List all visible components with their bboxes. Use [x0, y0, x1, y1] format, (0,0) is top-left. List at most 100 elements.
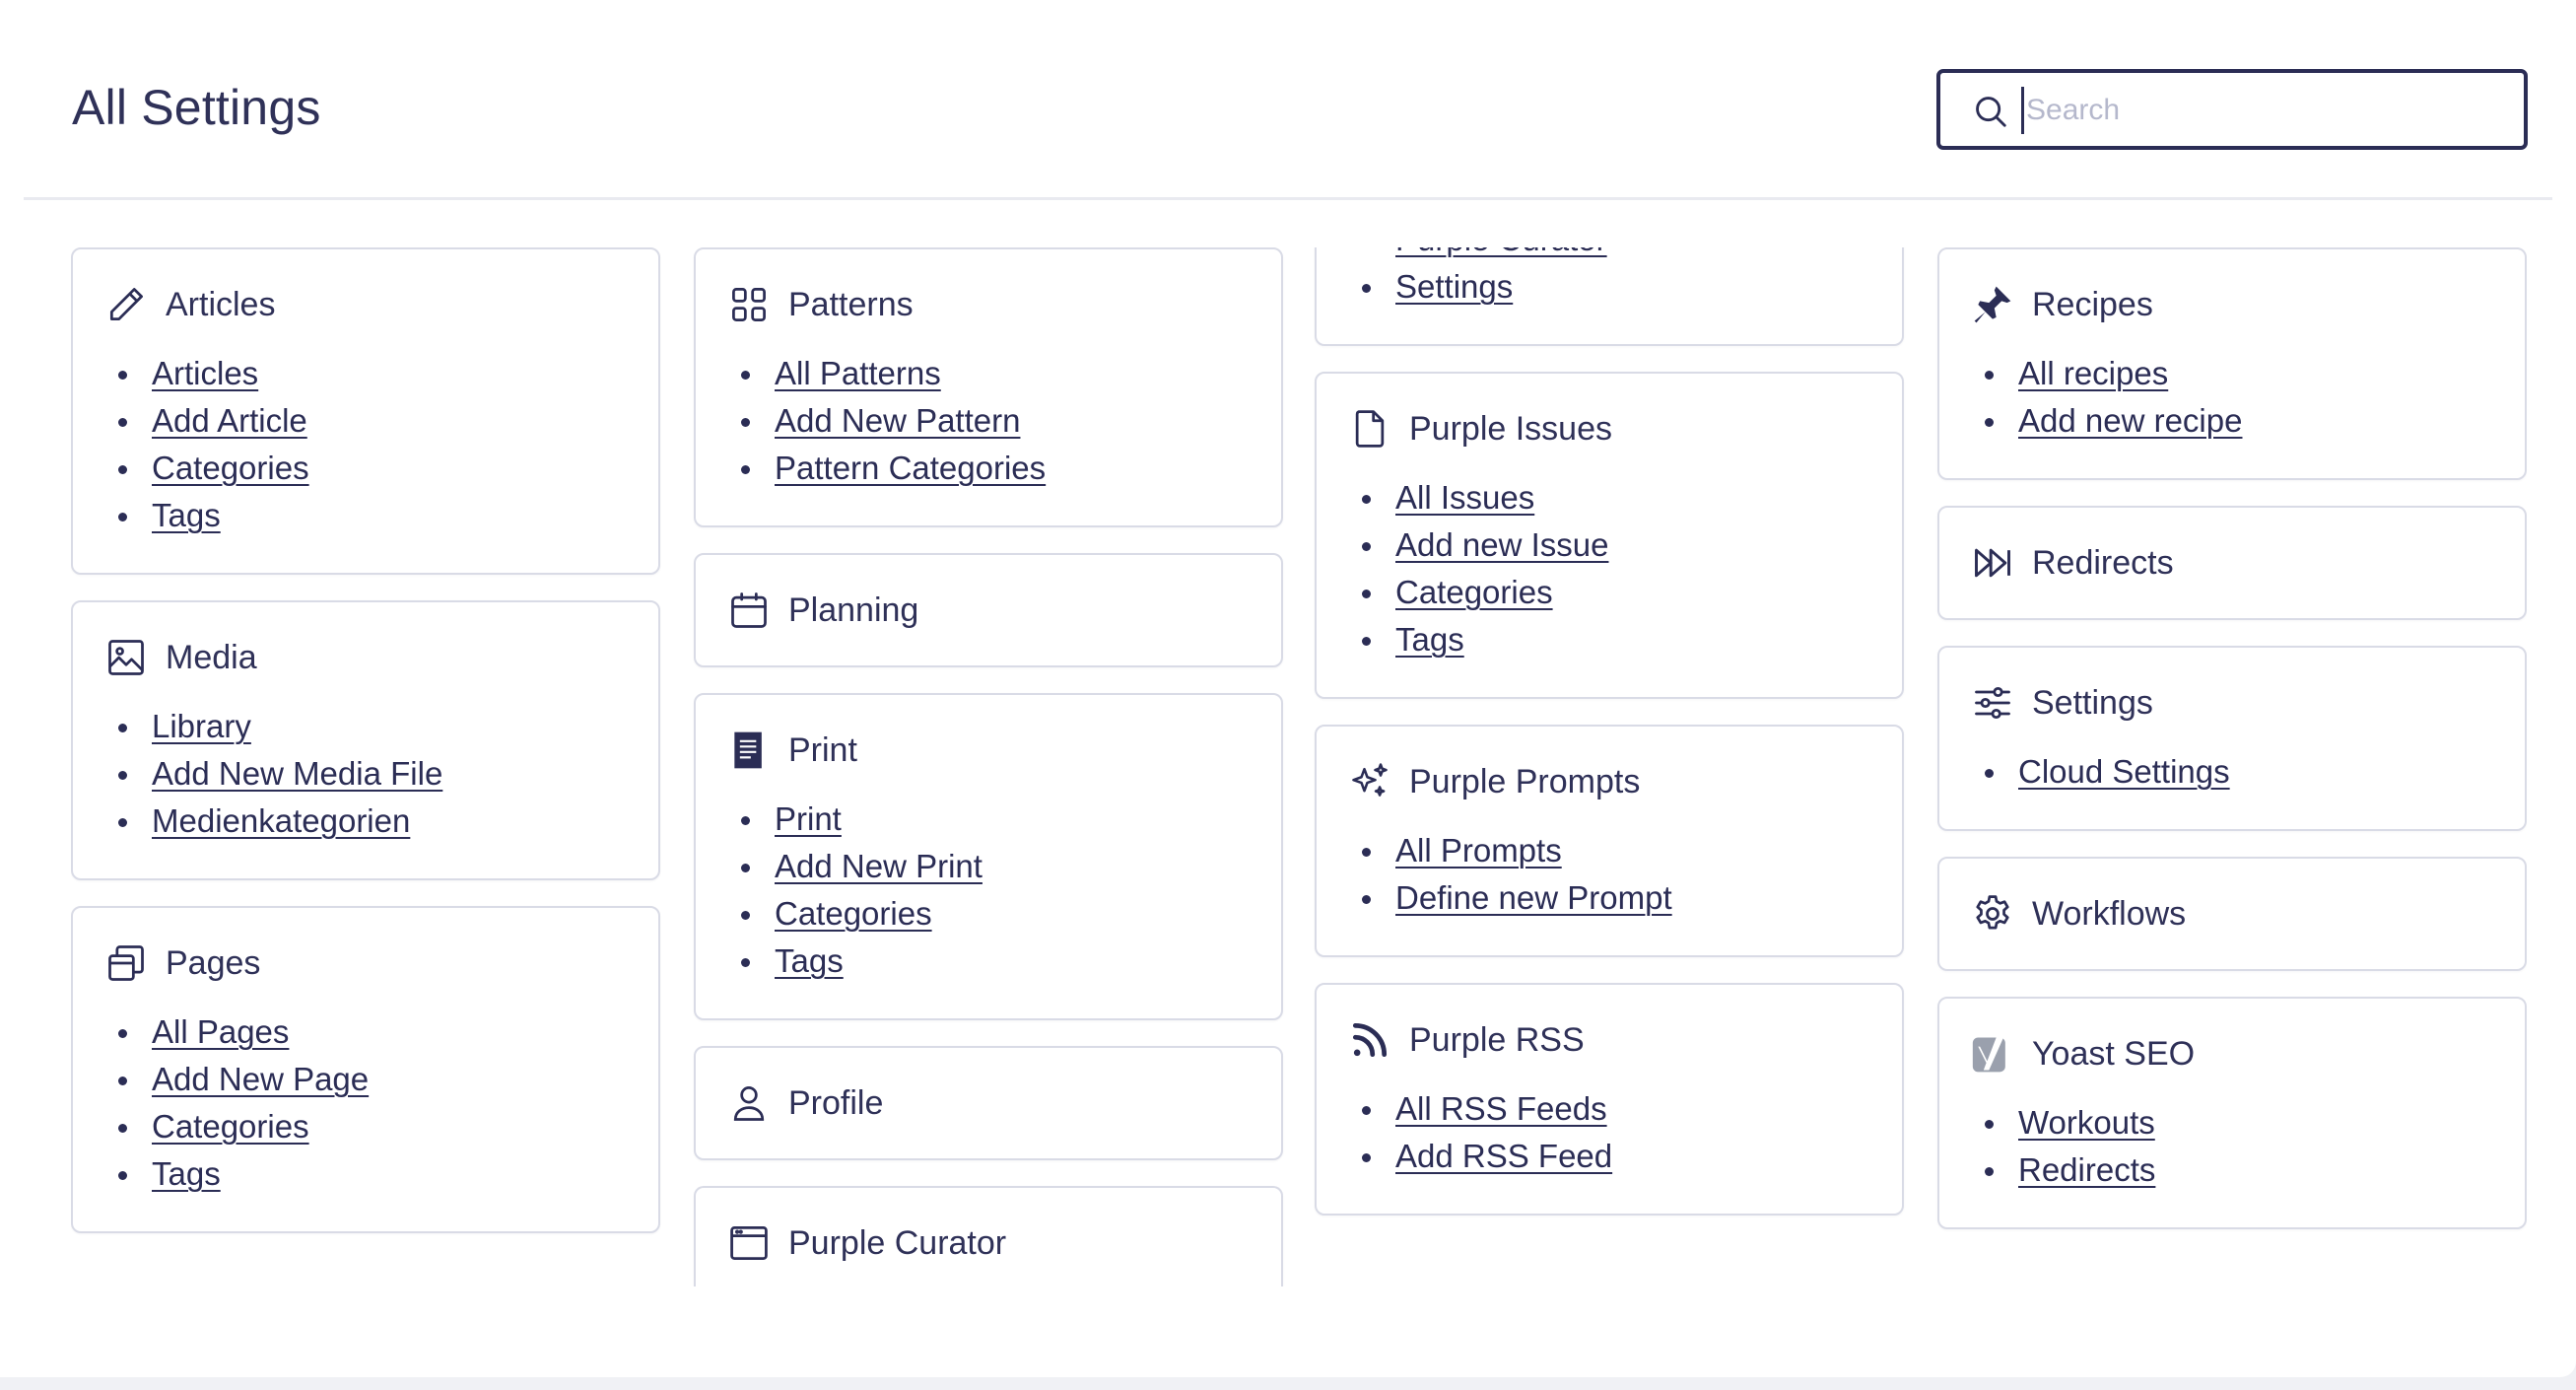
link-categories[interactable]: Categories — [152, 1108, 309, 1145]
list-item: Add New Pattern — [741, 397, 1250, 445]
link-purple-curator[interactable]: Purple Curator — [1395, 247, 1607, 257]
link-add-new-issue[interactable]: Add new Issue — [1395, 526, 1608, 563]
settings-page: All Settings Articles Articles Add Article… — [0, 0, 2576, 1377]
card-header[interactable]: Pages — [104, 908, 627, 1018]
link-redirects[interactable]: Redirects — [2018, 1151, 2155, 1188]
card-header[interactable]: Profile — [727, 1048, 1250, 1158]
card-header[interactable]: Patterns — [727, 249, 1250, 360]
card-header[interactable]: Purple Curator — [727, 1188, 1250, 1286]
list-item: Cloud Settings — [1985, 748, 2493, 796]
card-link-list: Workouts Redirects — [1971, 1099, 2493, 1194]
link-all-prompts[interactable]: All Prompts — [1395, 832, 1562, 869]
card-link-list: Library Add New Media File Medienkategorie… — [104, 703, 627, 845]
pin-icon — [1971, 283, 2014, 326]
calendar-icon-svg — [731, 592, 767, 628]
card-title: Purple Curator — [788, 1223, 1007, 1262]
list-item: Pattern Categories — [741, 445, 1250, 492]
card-header[interactable]: Settings — [1971, 648, 2493, 758]
card-header[interactable]: Redirects — [1971, 508, 2493, 618]
search-input[interactable] — [2021, 87, 2494, 134]
page-header: All Settings — [24, 0, 2552, 200]
link-add-rss-feed[interactable]: Add RSS Feed — [1395, 1138, 1612, 1174]
link-all-patterns[interactable]: All Patterns — [775, 355, 941, 391]
link-add-new-pattern[interactable]: Add New Pattern — [775, 402, 1020, 439]
link-categories[interactable]: Categories — [775, 895, 932, 932]
card-title: Purple Prompts — [1409, 762, 1641, 800]
column-1: Articles Articles Add Article Categories Tag… — [71, 247, 660, 1259]
card-header[interactable]: Print — [727, 695, 1250, 805]
card-header[interactable]: Purple RSS — [1348, 985, 1870, 1095]
search-icon — [1976, 97, 2006, 127]
card-link-list: Purple Curator Settings — [1348, 247, 1870, 311]
card-title: Purple RSS — [1409, 1020, 1585, 1059]
list-item: All Patterns — [741, 350, 1250, 397]
list-item: Define new Prompt — [1362, 874, 1870, 922]
search-box[interactable] — [1936, 69, 2528, 150]
settings-card-profile: Profile — [694, 1046, 1283, 1160]
sliders-icon-svg — [1975, 686, 2010, 720]
list-item: Tags — [118, 492, 627, 539]
link-all-recipes[interactable]: All recipes — [2018, 355, 2168, 391]
list-item: Print — [741, 796, 1250, 843]
card-title: Purple Issues — [1409, 409, 1612, 448]
card-header[interactable]: Yoast SEO — [1971, 999, 2493, 1109]
link-all-issues[interactable]: All Issues — [1395, 479, 1534, 516]
link-medienkategorien[interactable]: Medienkategorien — [152, 802, 410, 839]
settings-card-articles: Articles Articles Add Article Categories Tag… — [71, 247, 660, 575]
link-all-pages[interactable]: All Pages — [152, 1013, 289, 1050]
sparkles-icon-svg — [1352, 763, 1388, 797]
card-link-list: All Pages Add New Page Categories Tags — [104, 1008, 627, 1198]
link-settings[interactable]: Settings — [1395, 268, 1513, 305]
list-item: All Issues — [1362, 474, 1870, 521]
link-tags[interactable]: Tags — [775, 942, 844, 979]
card-header[interactable]: Articles — [104, 249, 627, 360]
card-header[interactable]: Recipes — [1971, 249, 2493, 360]
link-workouts[interactable]: Workouts — [2018, 1104, 2155, 1141]
link-cloud-settings[interactable]: Cloud Settings — [2018, 753, 2230, 790]
card-link-list: Articles Add Article Categories Tags — [104, 350, 627, 539]
user-icon — [727, 1081, 771, 1125]
link-pattern-categories[interactable]: Pattern Categories — [775, 450, 1046, 486]
yoast-icon-svg — [1972, 1037, 2005, 1073]
link-add-new-page[interactable]: Add New Page — [152, 1061, 369, 1097]
settings-grid: Articles Articles Add Article Categories Tag… — [71, 247, 2527, 1286]
link-print[interactable]: Print — [775, 800, 842, 837]
file-icon-svg — [1355, 410, 1385, 448]
yoast-icon — [1971, 1032, 2014, 1076]
link-articles[interactable]: Articles — [152, 355, 258, 391]
sliders-icon — [1971, 681, 2014, 725]
link-add-new-recipe[interactable]: Add new recipe — [2018, 402, 2242, 439]
link-add-new-print[interactable]: Add New Print — [775, 848, 983, 884]
list-item: Workouts — [1985, 1099, 2493, 1147]
card-title: Patterns — [788, 285, 914, 323]
card-title: Media — [166, 638, 257, 676]
card-header[interactable]: Purple Prompts — [1348, 727, 1870, 837]
list-item: Add new Issue — [1362, 521, 1870, 569]
link-add-article[interactable]: Add Article — [152, 402, 307, 439]
settings-card-workflows: Workflows — [1937, 857, 2527, 971]
link-add-new-media-file[interactable]: Add New Media File — [152, 755, 442, 792]
link-library[interactable]: Library — [152, 708, 251, 744]
link-tags[interactable]: Tags — [152, 1155, 221, 1192]
card-header[interactable]: Media — [104, 602, 627, 713]
forward-icon — [1971, 541, 2014, 585]
list-item: Categories — [118, 1103, 627, 1150]
gear-icon — [1971, 892, 2014, 936]
link-categories[interactable]: Categories — [152, 450, 309, 486]
card-header[interactable]: Planning — [727, 555, 1250, 665]
card-header[interactable]: Purple Issues — [1348, 374, 1870, 484]
window-icon — [727, 1221, 771, 1265]
list-item: All Pages — [118, 1008, 627, 1056]
link-tags[interactable]: Tags — [1395, 621, 1464, 658]
settings-card-yoast-seo: Yoast SEO Workouts Redirects — [1937, 997, 2527, 1229]
link-tags[interactable]: Tags — [152, 497, 221, 533]
list-item: Medienkategorien — [118, 798, 627, 845]
document-icon — [727, 729, 771, 772]
pencil-icon — [104, 283, 148, 326]
link-categories[interactable]: Categories — [1395, 574, 1553, 610]
card-link-list: Cloud Settings — [1971, 748, 2493, 796]
link-define-new-prompt[interactable]: Define new Prompt — [1395, 879, 1672, 916]
card-header[interactable]: Workflows — [1971, 859, 2493, 969]
settings-card-purple-issues: Purple Issues All Issues Add new Issue Cate… — [1315, 372, 1904, 699]
link-all-rss-feeds[interactable]: All RSS Feeds — [1395, 1090, 1607, 1127]
